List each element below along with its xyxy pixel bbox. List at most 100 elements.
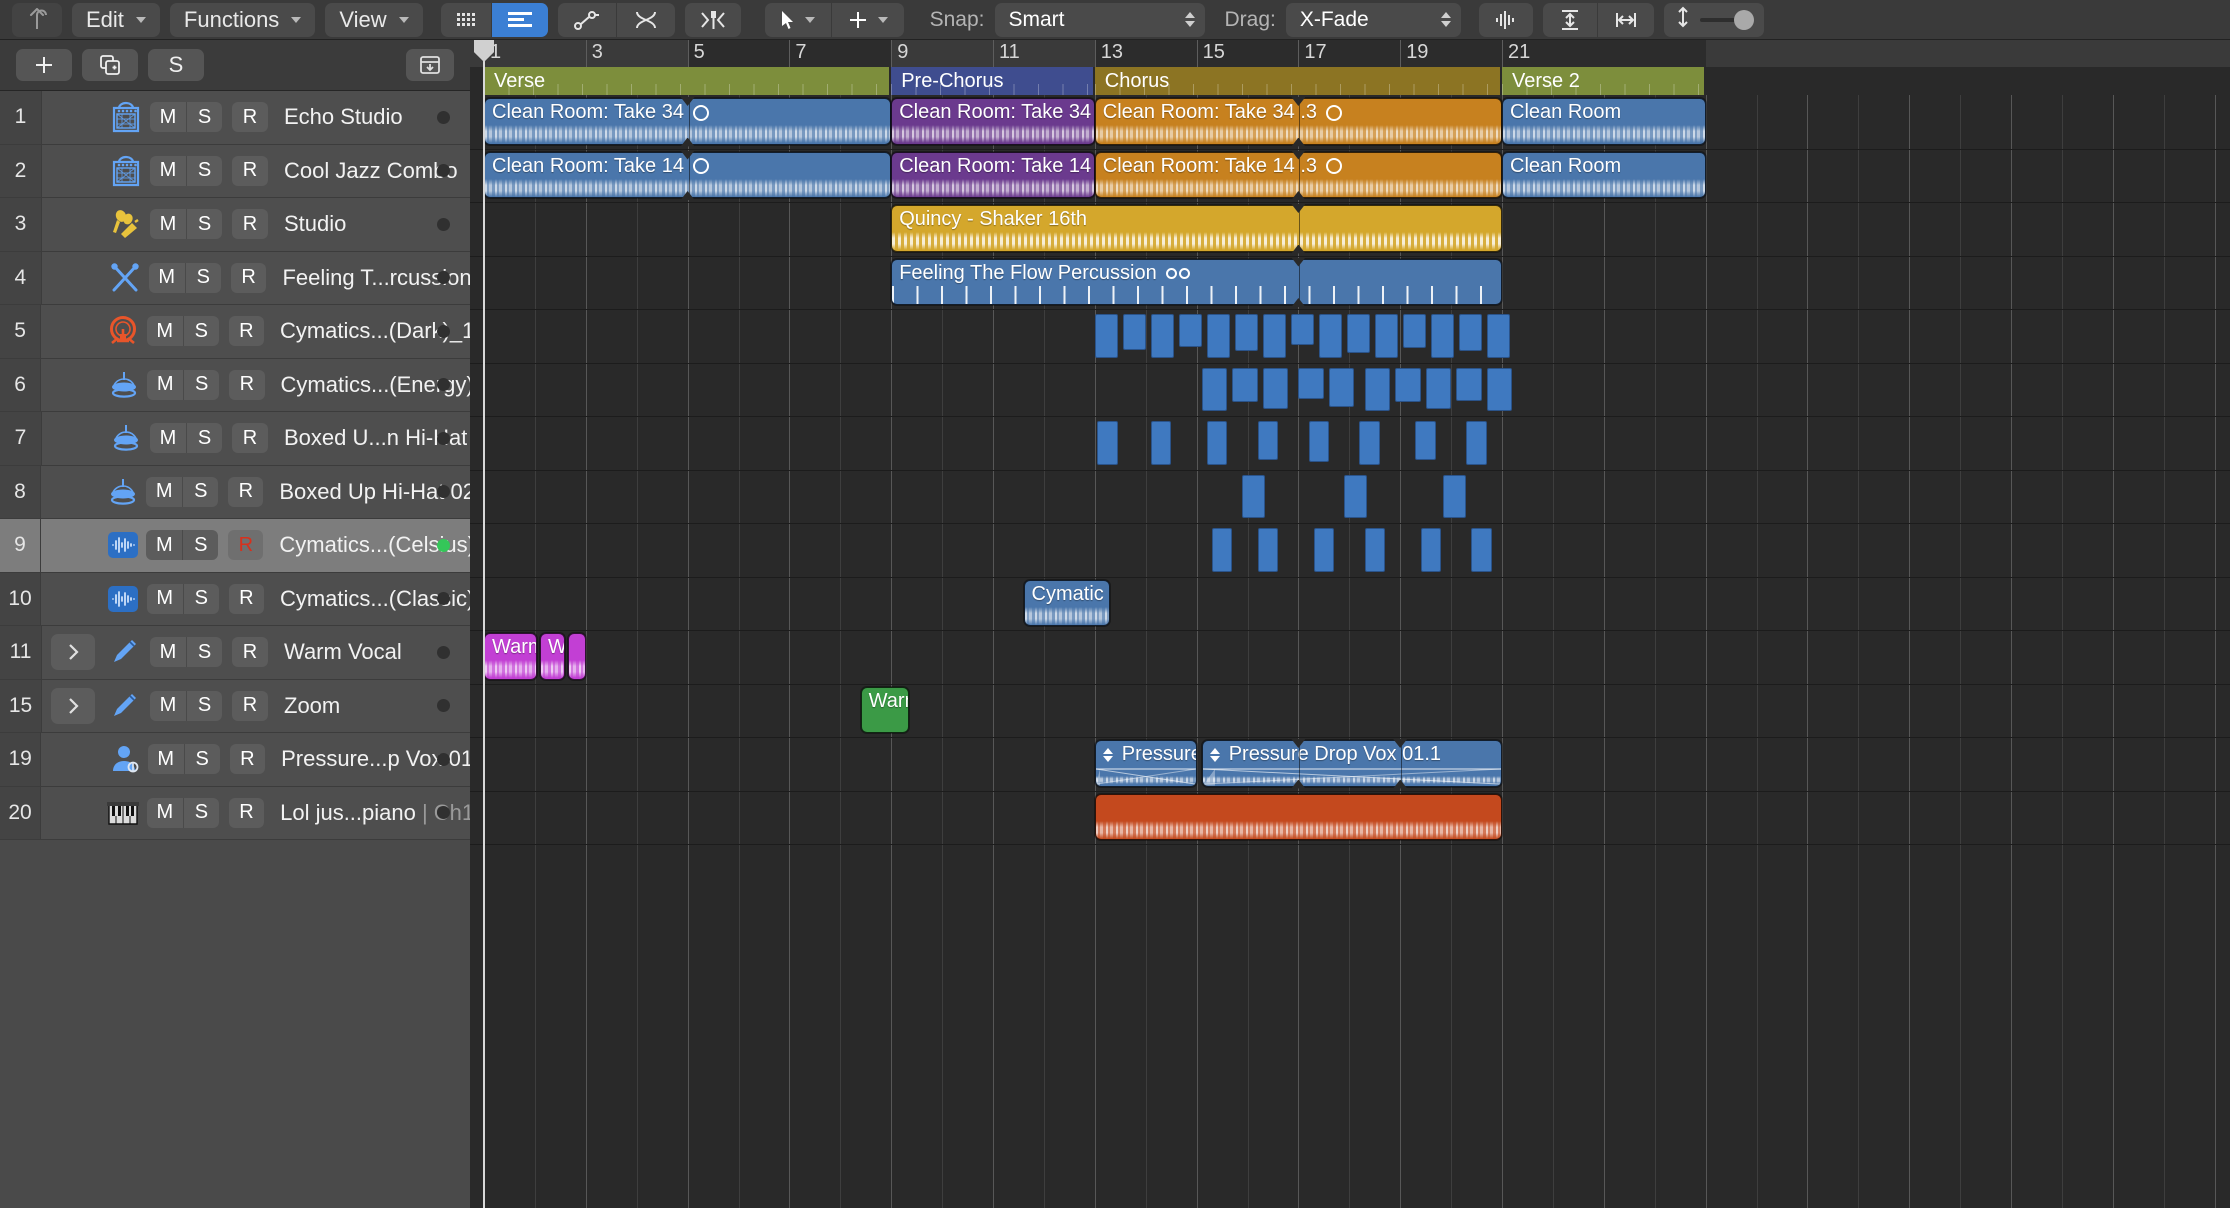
- mute-button[interactable]: M: [146, 476, 183, 507]
- region[interactable]: Clean Room: [1502, 151, 1706, 198]
- solo-button[interactable]: S: [186, 209, 222, 240]
- solo-button[interactable]: S: [186, 690, 222, 721]
- grid-view-icon[interactable]: [441, 3, 491, 37]
- midi-note[interactable]: [1466, 421, 1487, 465]
- region[interactable]: Warm: [860, 686, 909, 733]
- midi-note[interactable]: [1374, 314, 1399, 358]
- mute-button[interactable]: M: [150, 209, 186, 240]
- chevron-right-icon[interactable]: [51, 634, 95, 671]
- pointer-tool-icon[interactable]: [765, 3, 831, 37]
- track-header-row[interactable]: 9 M S R Cymatics...(Celsius): [0, 519, 470, 573]
- marquee-crosshair-tool-icon[interactable]: [830, 2, 904, 37]
- arrangement-marker[interactable]: Verse: [484, 67, 890, 95]
- region[interactable]: Clean Room: [1502, 98, 1706, 145]
- track-header-row[interactable]: 1 M S R Echo Studio: [0, 91, 470, 145]
- chevron-right-icon[interactable]: [51, 687, 95, 724]
- midi-note[interactable]: [1242, 474, 1266, 518]
- midi-note[interactable]: [1328, 367, 1355, 407]
- track-header-row[interactable]: 7 M S R Boxed U...n Hi-Hat: [0, 412, 470, 466]
- list-view-icon[interactable]: [490, 2, 548, 37]
- midi-note[interactable]: [1257, 421, 1279, 461]
- mute-button[interactable]: M: [146, 583, 183, 614]
- midi-note[interactable]: [1486, 314, 1511, 358]
- mute-button[interactable]: M: [146, 530, 183, 561]
- midi-note[interactable]: [1262, 367, 1289, 409]
- record-enable-button[interactable]: R: [232, 637, 268, 668]
- midi-note[interactable]: [1443, 474, 1467, 518]
- mute-button[interactable]: M: [150, 102, 186, 133]
- midi-note[interactable]: [1471, 528, 1492, 572]
- track-name[interactable]: Zoom: [284, 693, 340, 719]
- mute-button[interactable]: M: [147, 744, 184, 775]
- midi-note[interactable]: [1486, 367, 1513, 411]
- region[interactable]: [1094, 793, 1502, 840]
- record-enable-button[interactable]: R: [229, 744, 266, 775]
- midi-note[interactable]: [1318, 314, 1343, 358]
- snap-dropdown[interactable]: Smart: [994, 2, 1205, 37]
- midi-note[interactable]: [1178, 314, 1203, 347]
- track-header-row[interactable]: 2 M S R Cool Jazz Combo: [0, 144, 470, 198]
- midi-note[interactable]: [1359, 421, 1380, 465]
- arrangement-marker[interactable]: Verse 2: [1502, 67, 1704, 95]
- region[interactable]: Feeling The Flow Percussion: [891, 258, 1502, 305]
- midi-note[interactable]: [1234, 314, 1259, 352]
- midi-note[interactable]: [1458, 314, 1483, 352]
- vertical-zoom-icon[interactable]: [1543, 3, 1597, 37]
- track-header-row[interactable]: 20 M S R Lol jus...piano | Ch1: [0, 786, 470, 840]
- midi-note[interactable]: [1308, 421, 1329, 463]
- midi-note[interactable]: [1094, 314, 1119, 358]
- mute-button[interactable]: M: [150, 423, 186, 454]
- record-enable-button[interactable]: R: [228, 476, 264, 507]
- mute-button[interactable]: M: [146, 797, 183, 828]
- midi-note[interactable]: [1430, 314, 1455, 358]
- track-stack-icon[interactable]: [406, 49, 454, 81]
- add-track-button[interactable]: [16, 49, 72, 81]
- solo-button[interactable]: S: [183, 369, 220, 400]
- track-header-row[interactable]: 4 M S R Feeling T...rcussion: [0, 251, 470, 305]
- drag-dropdown[interactable]: X-Fade: [1285, 2, 1461, 37]
- midi-note[interactable]: [1420, 528, 1441, 572]
- track-header-row[interactable]: 19 M S R Pressure...p Vox 01: [0, 733, 470, 787]
- region[interactable]: Pressure Drop Vox 01.1: [1201, 740, 1502, 787]
- midi-note[interactable]: [1456, 367, 1482, 402]
- bar-ruler[interactable]: 1 3 5 7 9 11 13 15 17 19 21: [470, 40, 2230, 67]
- record-enable-button[interactable]: R: [232, 690, 268, 721]
- midi-note[interactable]: [1415, 421, 1436, 461]
- midi-note[interactable]: [1150, 421, 1172, 465]
- flex-time-icon[interactable]: [615, 2, 675, 37]
- midi-note[interactable]: [1150, 314, 1175, 358]
- solo-button[interactable]: S: [186, 155, 222, 186]
- midi-note[interactable]: [1425, 367, 1452, 409]
- mute-button[interactable]: M: [150, 637, 186, 668]
- track-group-disclosure[interactable]: [42, 687, 104, 724]
- track-lanes[interactable]: Clean Room: Take 34 Clean Room: Take 34 .…: [470, 95, 2230, 1208]
- solo-button[interactable]: S: [186, 102, 222, 133]
- record-enable-button[interactable]: R: [232, 209, 268, 240]
- arrangement-marker[interactable]: Pre-Chorus: [891, 67, 1093, 95]
- waveform-zoom-icon[interactable]: [1478, 2, 1533, 37]
- record-enable-button[interactable]: R: [232, 155, 268, 186]
- solo-button[interactable]: S: [184, 262, 221, 293]
- horizontal-zoom-icon[interactable]: [1596, 2, 1654, 37]
- solo-all-button[interactable]: S: [148, 49, 204, 81]
- view-menu[interactable]: View: [325, 2, 423, 37]
- midi-note[interactable]: [1122, 314, 1147, 350]
- solo-button[interactable]: S: [186, 637, 222, 668]
- region[interactable]: Pressure: [1094, 740, 1197, 787]
- track-header-row[interactable]: 6 M S R Cymatics...(Energy): [0, 358, 470, 412]
- midi-note[interactable]: [1206, 421, 1228, 465]
- track-header-row[interactable]: 11 M S R Warm Vocal: [0, 626, 470, 680]
- midi-note[interactable]: [1364, 528, 1385, 572]
- record-enable-button[interactable]: R: [228, 530, 264, 561]
- solo-button[interactable]: S: [182, 797, 219, 828]
- arrangement-marker[interactable]: Chorus: [1094, 67, 1500, 95]
- solo-button[interactable]: S: [182, 583, 219, 614]
- mute-button[interactable]: M: [147, 369, 184, 400]
- record-enable-button[interactable]: R: [228, 316, 264, 347]
- midi-note[interactable]: [1364, 367, 1390, 411]
- solo-button[interactable]: S: [182, 316, 219, 347]
- record-enable-button[interactable]: R: [228, 797, 265, 828]
- zoom-slider[interactable]: [1663, 2, 1764, 37]
- midi-note[interactable]: [1232, 367, 1258, 403]
- split-regions-icon[interactable]: [684, 2, 741, 37]
